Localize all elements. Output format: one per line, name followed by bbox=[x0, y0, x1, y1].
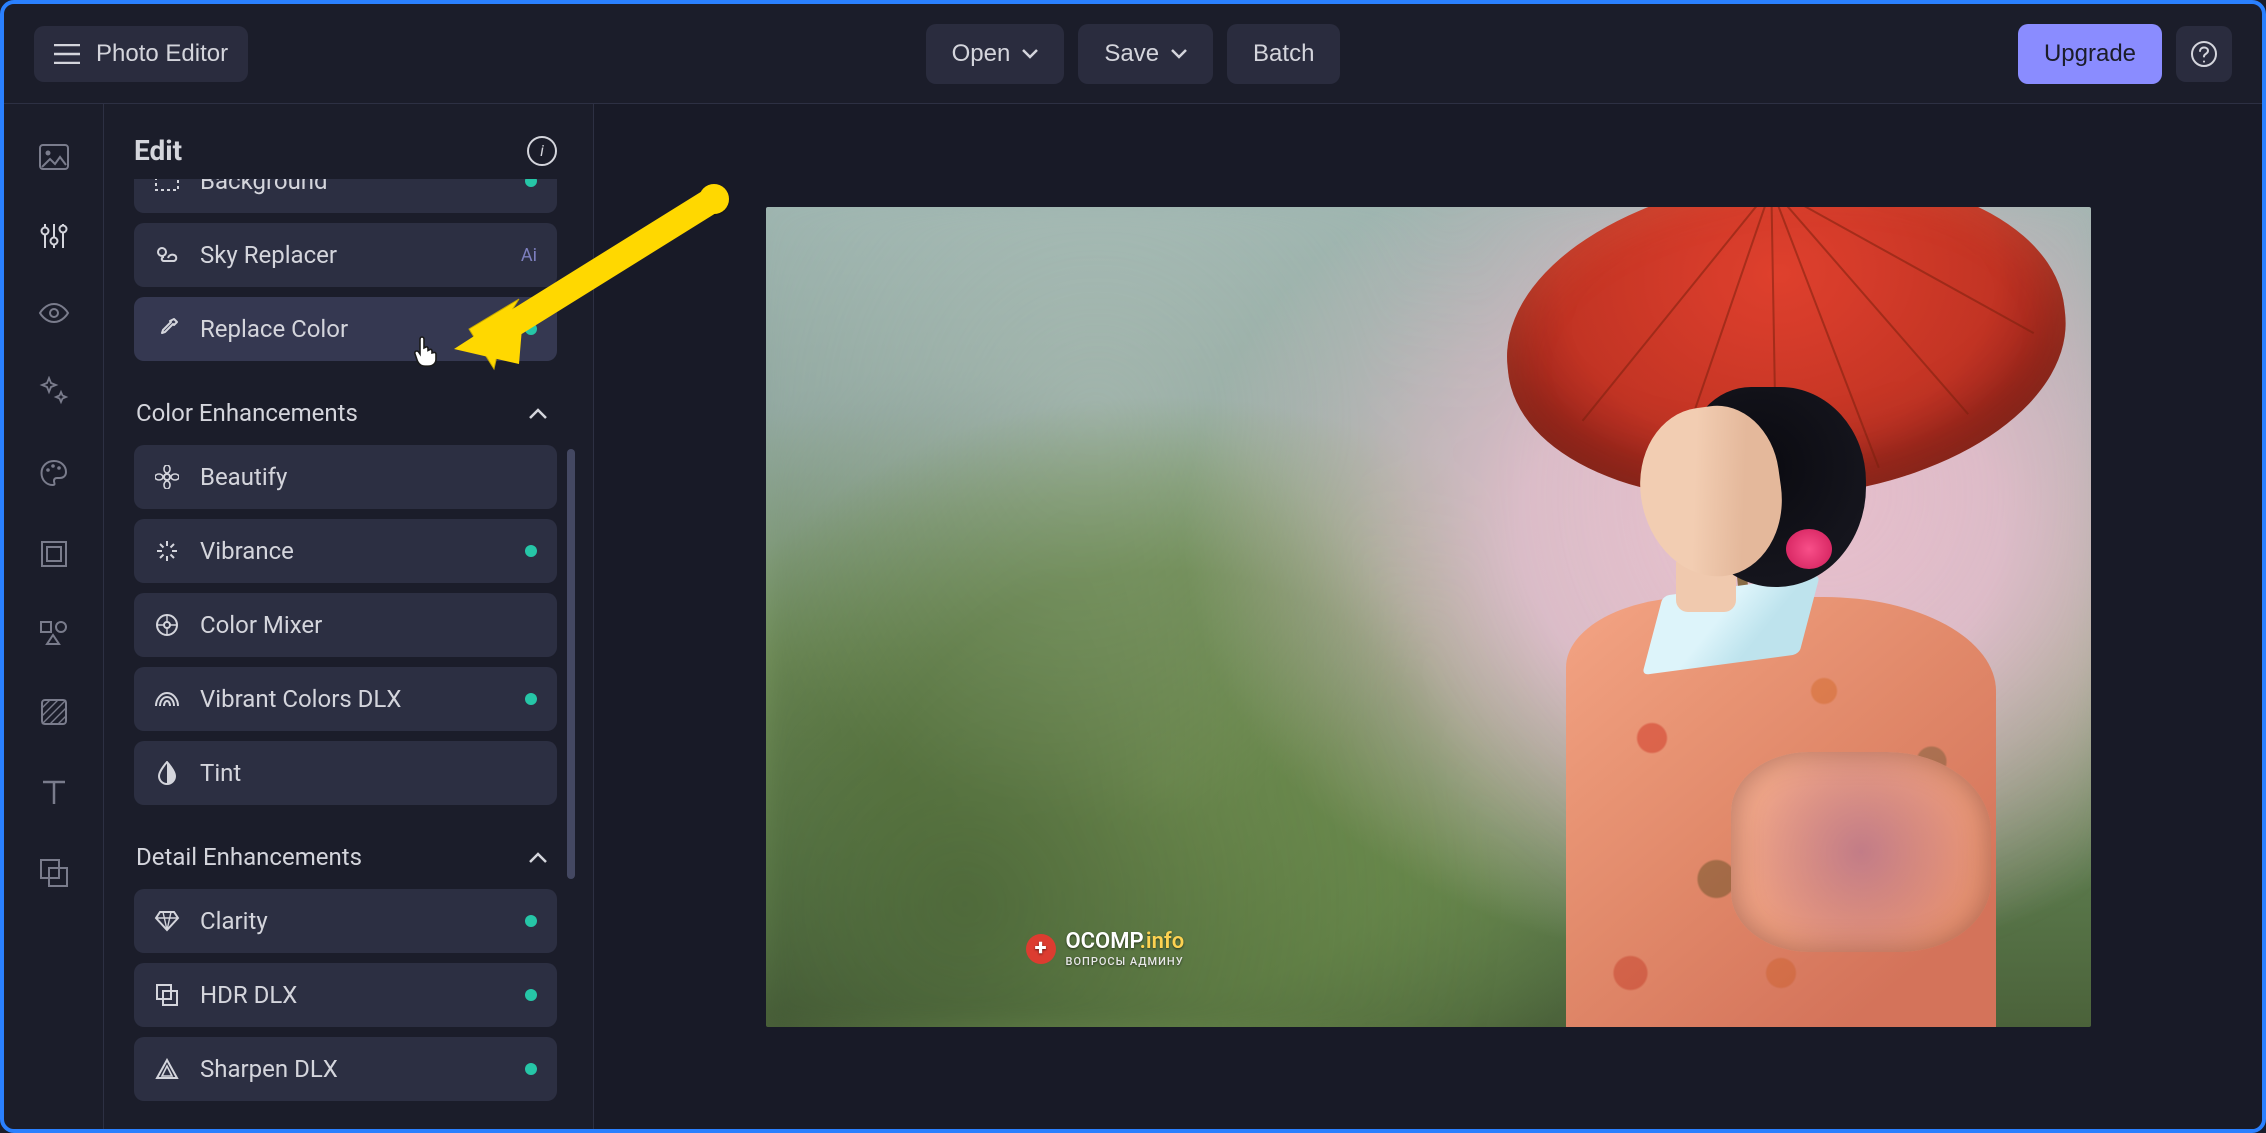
save-label: Save bbox=[1104, 40, 1159, 68]
section-title: Detail Enhancements bbox=[136, 843, 362, 871]
background-icon bbox=[154, 179, 180, 194]
save-button[interactable]: Save bbox=[1078, 24, 1213, 84]
status-dot bbox=[525, 693, 537, 705]
item-color-mixer[interactable]: Color Mixer bbox=[134, 593, 557, 657]
chevron-down-icon bbox=[1022, 49, 1038, 59]
rail-overlay-icon[interactable] bbox=[39, 858, 69, 888]
app-title-button[interactable]: Photo Editor bbox=[34, 26, 248, 82]
header: Photo Editor Open Save Batch Upgrade bbox=[4, 4, 2262, 104]
item-label: Sharpen DLX bbox=[200, 1055, 338, 1083]
status-dot bbox=[525, 545, 537, 557]
batch-button[interactable]: Batch bbox=[1227, 24, 1340, 84]
wheel-icon bbox=[154, 612, 180, 638]
help-button[interactable] bbox=[2176, 26, 2232, 82]
rail-image-icon[interactable] bbox=[39, 144, 69, 170]
item-sharpen-dlx[interactable]: Sharpen DLX bbox=[134, 1037, 557, 1101]
rail-eye-icon[interactable] bbox=[38, 302, 70, 324]
rail-frame-icon[interactable] bbox=[40, 540, 68, 568]
watermark-main: OCOMP bbox=[1066, 929, 1140, 954]
rail-text-icon[interactable] bbox=[41, 778, 67, 806]
section-brightness[interactable]: Brightness bbox=[134, 1111, 557, 1129]
item-label: Clarity bbox=[200, 907, 268, 935]
item-sky-replacer[interactable]: Sky Replacer Ai bbox=[134, 223, 557, 287]
item-beautify[interactable]: Beautify bbox=[134, 445, 557, 509]
item-label: Replace Color bbox=[200, 315, 348, 343]
item-label: Background bbox=[200, 179, 328, 195]
chevron-down-icon bbox=[1171, 49, 1187, 59]
watermark: + OCOMP.info ВОПРОСЫ АДМИНУ bbox=[1026, 931, 1185, 967]
main: Edit i Background bbox=[4, 104, 2262, 1129]
item-label: Vibrance bbox=[200, 537, 294, 565]
item-hdr-dlx[interactable]: HDR DLX bbox=[134, 963, 557, 1027]
item-replace-color[interactable]: Replace Color bbox=[134, 297, 557, 361]
ai-badge: Ai bbox=[521, 245, 537, 266]
item-tint[interactable]: Tint bbox=[134, 741, 557, 805]
watermark-sub: ВОПРОСЫ АДМИНУ bbox=[1066, 956, 1185, 967]
panel-title: Edit bbox=[134, 134, 182, 167]
watermark-suffix: .info bbox=[1140, 929, 1185, 954]
rail-adjust-icon[interactable] bbox=[39, 222, 69, 250]
app-title: Photo Editor bbox=[96, 40, 228, 68]
rail-texture-icon[interactable] bbox=[40, 698, 68, 726]
item-label: Sky Replacer bbox=[200, 241, 337, 269]
stack-icon bbox=[154, 982, 180, 1008]
status-dot bbox=[525, 323, 537, 335]
drop-icon bbox=[154, 760, 180, 786]
panel-scroll[interactable]: Background Sky Replacer Ai bbox=[134, 179, 575, 1129]
item-label: Beautify bbox=[200, 463, 287, 491]
section-color-enhancements[interactable]: Color Enhancements bbox=[134, 371, 557, 445]
status-dot bbox=[525, 1063, 537, 1075]
hamburger-icon bbox=[54, 41, 80, 67]
chevron-up-icon bbox=[529, 852, 547, 863]
item-label: Color Mixer bbox=[200, 611, 322, 639]
open-label: Open bbox=[952, 40, 1011, 68]
upgrade-button[interactable]: Upgrade bbox=[2018, 24, 2162, 84]
upgrade-label: Upgrade bbox=[2044, 40, 2136, 68]
item-label: HDR DLX bbox=[200, 981, 297, 1009]
section-title: Color Enhancements bbox=[136, 399, 358, 427]
item-vibrant-colors-dlx[interactable]: Vibrant Colors DLX bbox=[134, 667, 557, 731]
item-background[interactable]: Background bbox=[134, 179, 557, 213]
item-clarity[interactable]: Clarity bbox=[134, 889, 557, 953]
item-label: Vibrant Colors DLX bbox=[200, 685, 401, 713]
rainbow-icon bbox=[154, 686, 180, 712]
diamond-icon bbox=[154, 908, 180, 934]
open-button[interactable]: Open bbox=[926, 24, 1065, 84]
info-button[interactable]: i bbox=[527, 136, 557, 166]
triangle-icon bbox=[154, 1056, 180, 1082]
status-dot bbox=[525, 915, 537, 927]
app-frame: Photo Editor Open Save Batch Upgrade bbox=[0, 0, 2266, 1133]
plus-icon: + bbox=[1026, 934, 1056, 964]
rail-sparkle-icon[interactable] bbox=[39, 376, 69, 406]
tool-rail bbox=[4, 104, 104, 1129]
canvas: + OCOMP.info ВОПРОСЫ АДМИНУ bbox=[594, 104, 2262, 1129]
item-vibrance[interactable]: Vibrance bbox=[134, 519, 557, 583]
rail-palette-icon[interactable] bbox=[39, 458, 69, 488]
section-detail-enhancements[interactable]: Detail Enhancements bbox=[134, 815, 557, 889]
status-dot bbox=[525, 179, 537, 187]
burst-icon bbox=[154, 538, 180, 564]
rail-shapes-icon[interactable] bbox=[39, 620, 69, 646]
item-label: Tint bbox=[200, 759, 241, 787]
status-dot bbox=[525, 989, 537, 1001]
edit-panel: Edit i Background bbox=[104, 104, 594, 1129]
eyedropper-icon bbox=[154, 316, 180, 342]
help-icon bbox=[2190, 40, 2218, 68]
scrollbar[interactable] bbox=[567, 449, 575, 879]
chevron-up-icon bbox=[529, 408, 547, 419]
sky-icon bbox=[154, 242, 180, 268]
photo-preview[interactable]: + OCOMP.info ВОПРОСЫ АДМИНУ bbox=[766, 207, 2091, 1027]
batch-label: Batch bbox=[1253, 40, 1314, 68]
flower-icon bbox=[154, 464, 180, 490]
